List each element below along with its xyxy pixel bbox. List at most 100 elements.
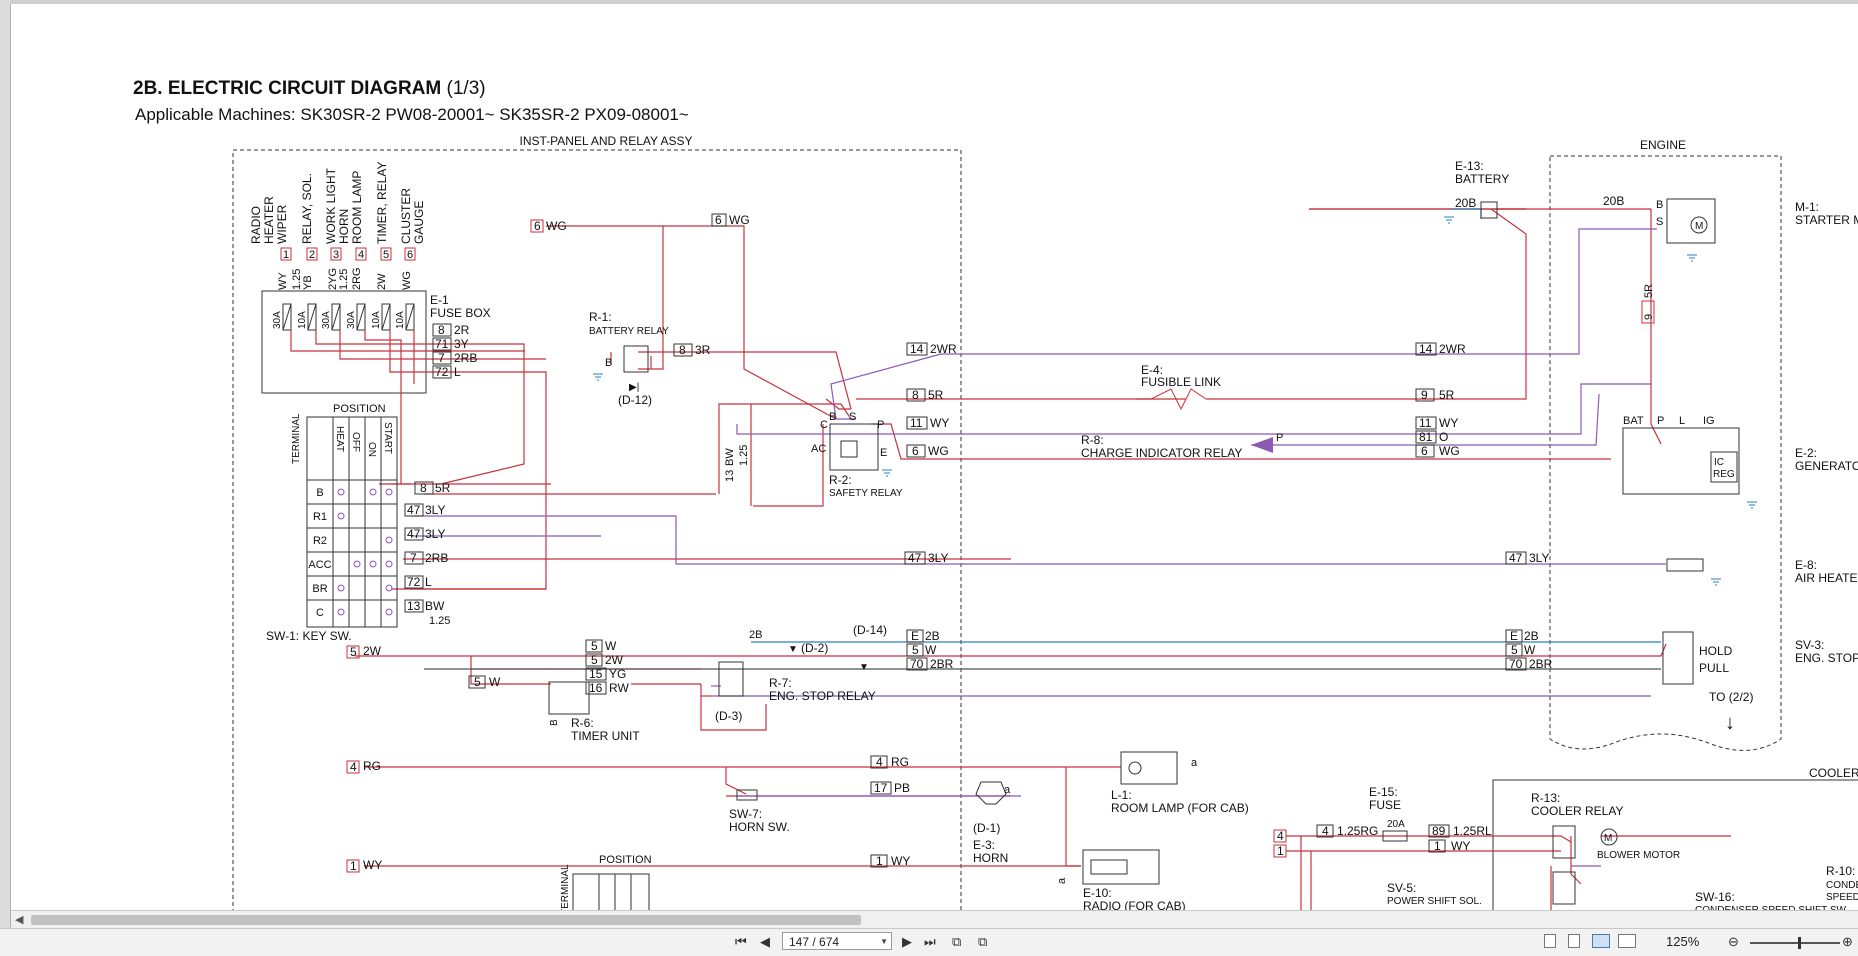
room-lamp-bulb-icon — [1128, 761, 1142, 775]
battery-relay-id: R-1: — [589, 310, 612, 324]
sv3-name: ENG. STOP — [1795, 651, 1858, 665]
hold-label: HOLD — [1699, 644, 1733, 658]
zoom-level[interactable]: 125% — [1666, 934, 1699, 950]
to-next-page: TO (2/2) — [1709, 690, 1753, 704]
wire-1-wy-a-num: 1 — [350, 859, 357, 873]
starter-id: M-1: — [1795, 200, 1819, 214]
page-indicator: 147 / 674 — [789, 935, 840, 949]
down-arrow-icon: ↓ — [1725, 712, 1735, 734]
fuse-label-cluster: CLUSTER — [399, 188, 413, 244]
key-row-c: C — [316, 607, 324, 619]
starter-wire-20b: 20B — [1603, 194, 1624, 208]
page-number-input[interactable]: 147 / 674 ▼ — [782, 932, 892, 950]
wire-e-2b-a-num: E — [911, 629, 919, 643]
single-page-view-icon[interactable] — [1544, 934, 1556, 948]
fuse-label-room-lamp: ROOM LAMP — [350, 171, 364, 244]
wire-71-3y-num: 71 — [435, 337, 449, 351]
charge-relay-p: P — [1276, 432, 1283, 444]
cooler-relay-name: COOLER RELAY — [1531, 804, 1623, 818]
wire-6wg-b-num: 6 — [715, 213, 722, 227]
wire-81-o-num: 81 — [1419, 430, 1433, 444]
wire-label-bw-vert: BW — [724, 448, 736, 466]
safety-relay-c: C — [820, 419, 828, 431]
wire-5-w-c-text: W — [925, 643, 937, 657]
wire-47-3ly-a-text: 3LY — [425, 503, 445, 517]
previous-page-icon[interactable]: ◀ — [760, 934, 770, 950]
starter-b: B — [1656, 199, 1663, 211]
zoom-in-icon[interactable]: ⊕ — [1842, 934, 1853, 950]
bw-size-label: 1.25 — [429, 615, 450, 627]
room-lamp-id: L-1: — [1111, 788, 1132, 802]
fuse-e15-rating: 20A — [1387, 819, 1405, 830]
wire-8-5r-b-text: 5R — [435, 481, 451, 495]
starter-name: STARTER M — [1795, 213, 1858, 227]
copy-page-icon[interactable]: ⧉ — [952, 934, 961, 950]
wire-7-2rb-b-text: 2RB — [425, 551, 448, 565]
generator-reg: REG — [1713, 469, 1735, 480]
fuse-e15-name: FUSE — [1369, 798, 1401, 812]
starter-wire-9: 9 — [1643, 314, 1655, 320]
key-pos-heat: HEAT — [334, 426, 345, 452]
wire-71-3y-text: 3Y — [454, 337, 469, 351]
fuse-label-gauge: GAUGE — [412, 201, 426, 244]
safety-relay-e: E — [880, 447, 887, 459]
pull-label: PULL — [1699, 661, 1729, 675]
d3-label: (D-3) — [715, 709, 742, 723]
position-label-2: POSITION — [599, 854, 652, 866]
wire-5-2w-text: 2W — [605, 653, 624, 667]
safety-relay — [829, 423, 879, 471]
wire-1-wy-a-text: WY — [363, 858, 382, 872]
battery-relay — [623, 345, 649, 373]
wire-89-text: 1.25RL — [1453, 824, 1492, 838]
next-page-icon[interactable]: ▶ — [902, 934, 912, 950]
radio-id: E-10: — [1083, 886, 1112, 900]
horizontal-scrollbar[interactable]: ◀ — [11, 910, 1858, 929]
horn-name: HORN — [973, 851, 1008, 865]
two-page-view-icon[interactable] — [1592, 934, 1610, 948]
wire-17-pb-num: 17 — [874, 781, 888, 795]
wire-47-3ly-d-num: 47 — [1509, 551, 1523, 565]
blue-wires — [751, 208, 1661, 643]
timer-unit-b: B — [549, 719, 560, 726]
fuse-label-timer-relay: TIMER, RELAY — [375, 162, 389, 244]
chevron-down-icon[interactable]: ▼ — [880, 933, 888, 951]
r10-name2: SPEED SH — [1826, 892, 1858, 903]
wire-e-2b-a-text: 2B — [925, 629, 940, 643]
wire-15-yg-num: 15 — [589, 667, 603, 681]
safety-relay-s: S — [849, 411, 856, 423]
scrollbar-thumb[interactable] — [31, 915, 861, 925]
first-page-icon[interactable]: ⏮ — [735, 934, 747, 950]
r10-name: CONDENS — [1826, 880, 1858, 891]
zoom-slider[interactable] — [1750, 942, 1840, 944]
safety-relay-b: B — [829, 411, 836, 423]
horn-switch-name: HORN SW. — [729, 820, 790, 834]
wire-14-2wr-a-text: 2WR — [930, 342, 957, 356]
air-heater — [1666, 558, 1704, 572]
blower-motor-m: M — [1604, 833, 1612, 844]
continuous-view-icon[interactable] — [1568, 934, 1580, 948]
wire-8-3r-num: 8 — [679, 343, 686, 357]
two-page-continuous-icon[interactable] — [1618, 934, 1636, 948]
fuse-rating-6: 10A — [395, 311, 406, 329]
wire-70-2br-a-num: 70 — [910, 657, 924, 671]
battery-id: E-13: — [1455, 159, 1484, 173]
key-pos-on: ON — [366, 442, 377, 457]
inst-panel-box — [232, 149, 962, 915]
last-page-icon[interactable]: ⏭ — [924, 934, 936, 950]
wire-4-cool-num: 4 — [1277, 829, 1284, 843]
key-row-b: B — [316, 487, 323, 499]
fuse-e15-id: E-15: — [1369, 785, 1398, 799]
battery-symbol — [1480, 201, 1498, 219]
wire-1-wy-b-num: 1 — [876, 854, 883, 868]
sv3-id: SV-3: — [1795, 638, 1824, 652]
charge-relay-name: CHARGE INDICATOR RELAY — [1081, 446, 1242, 460]
wire-6-wg-c-num: 6 — [912, 444, 919, 458]
safety-relay-id: R-2: — [829, 473, 852, 487]
export-page-icon[interactable]: ⧉ — [978, 934, 987, 950]
zoom-out-icon[interactable]: ⊖ — [1728, 934, 1739, 950]
fuse-rating-1: 30A — [272, 311, 283, 329]
zoom-slider-thumb[interactable] — [1798, 937, 1801, 949]
air-heater-id: E-8: — [1795, 558, 1817, 572]
wire-8-5r-b-num: 8 — [420, 481, 427, 495]
scroll-left-icon[interactable]: ◀ — [15, 913, 23, 926]
